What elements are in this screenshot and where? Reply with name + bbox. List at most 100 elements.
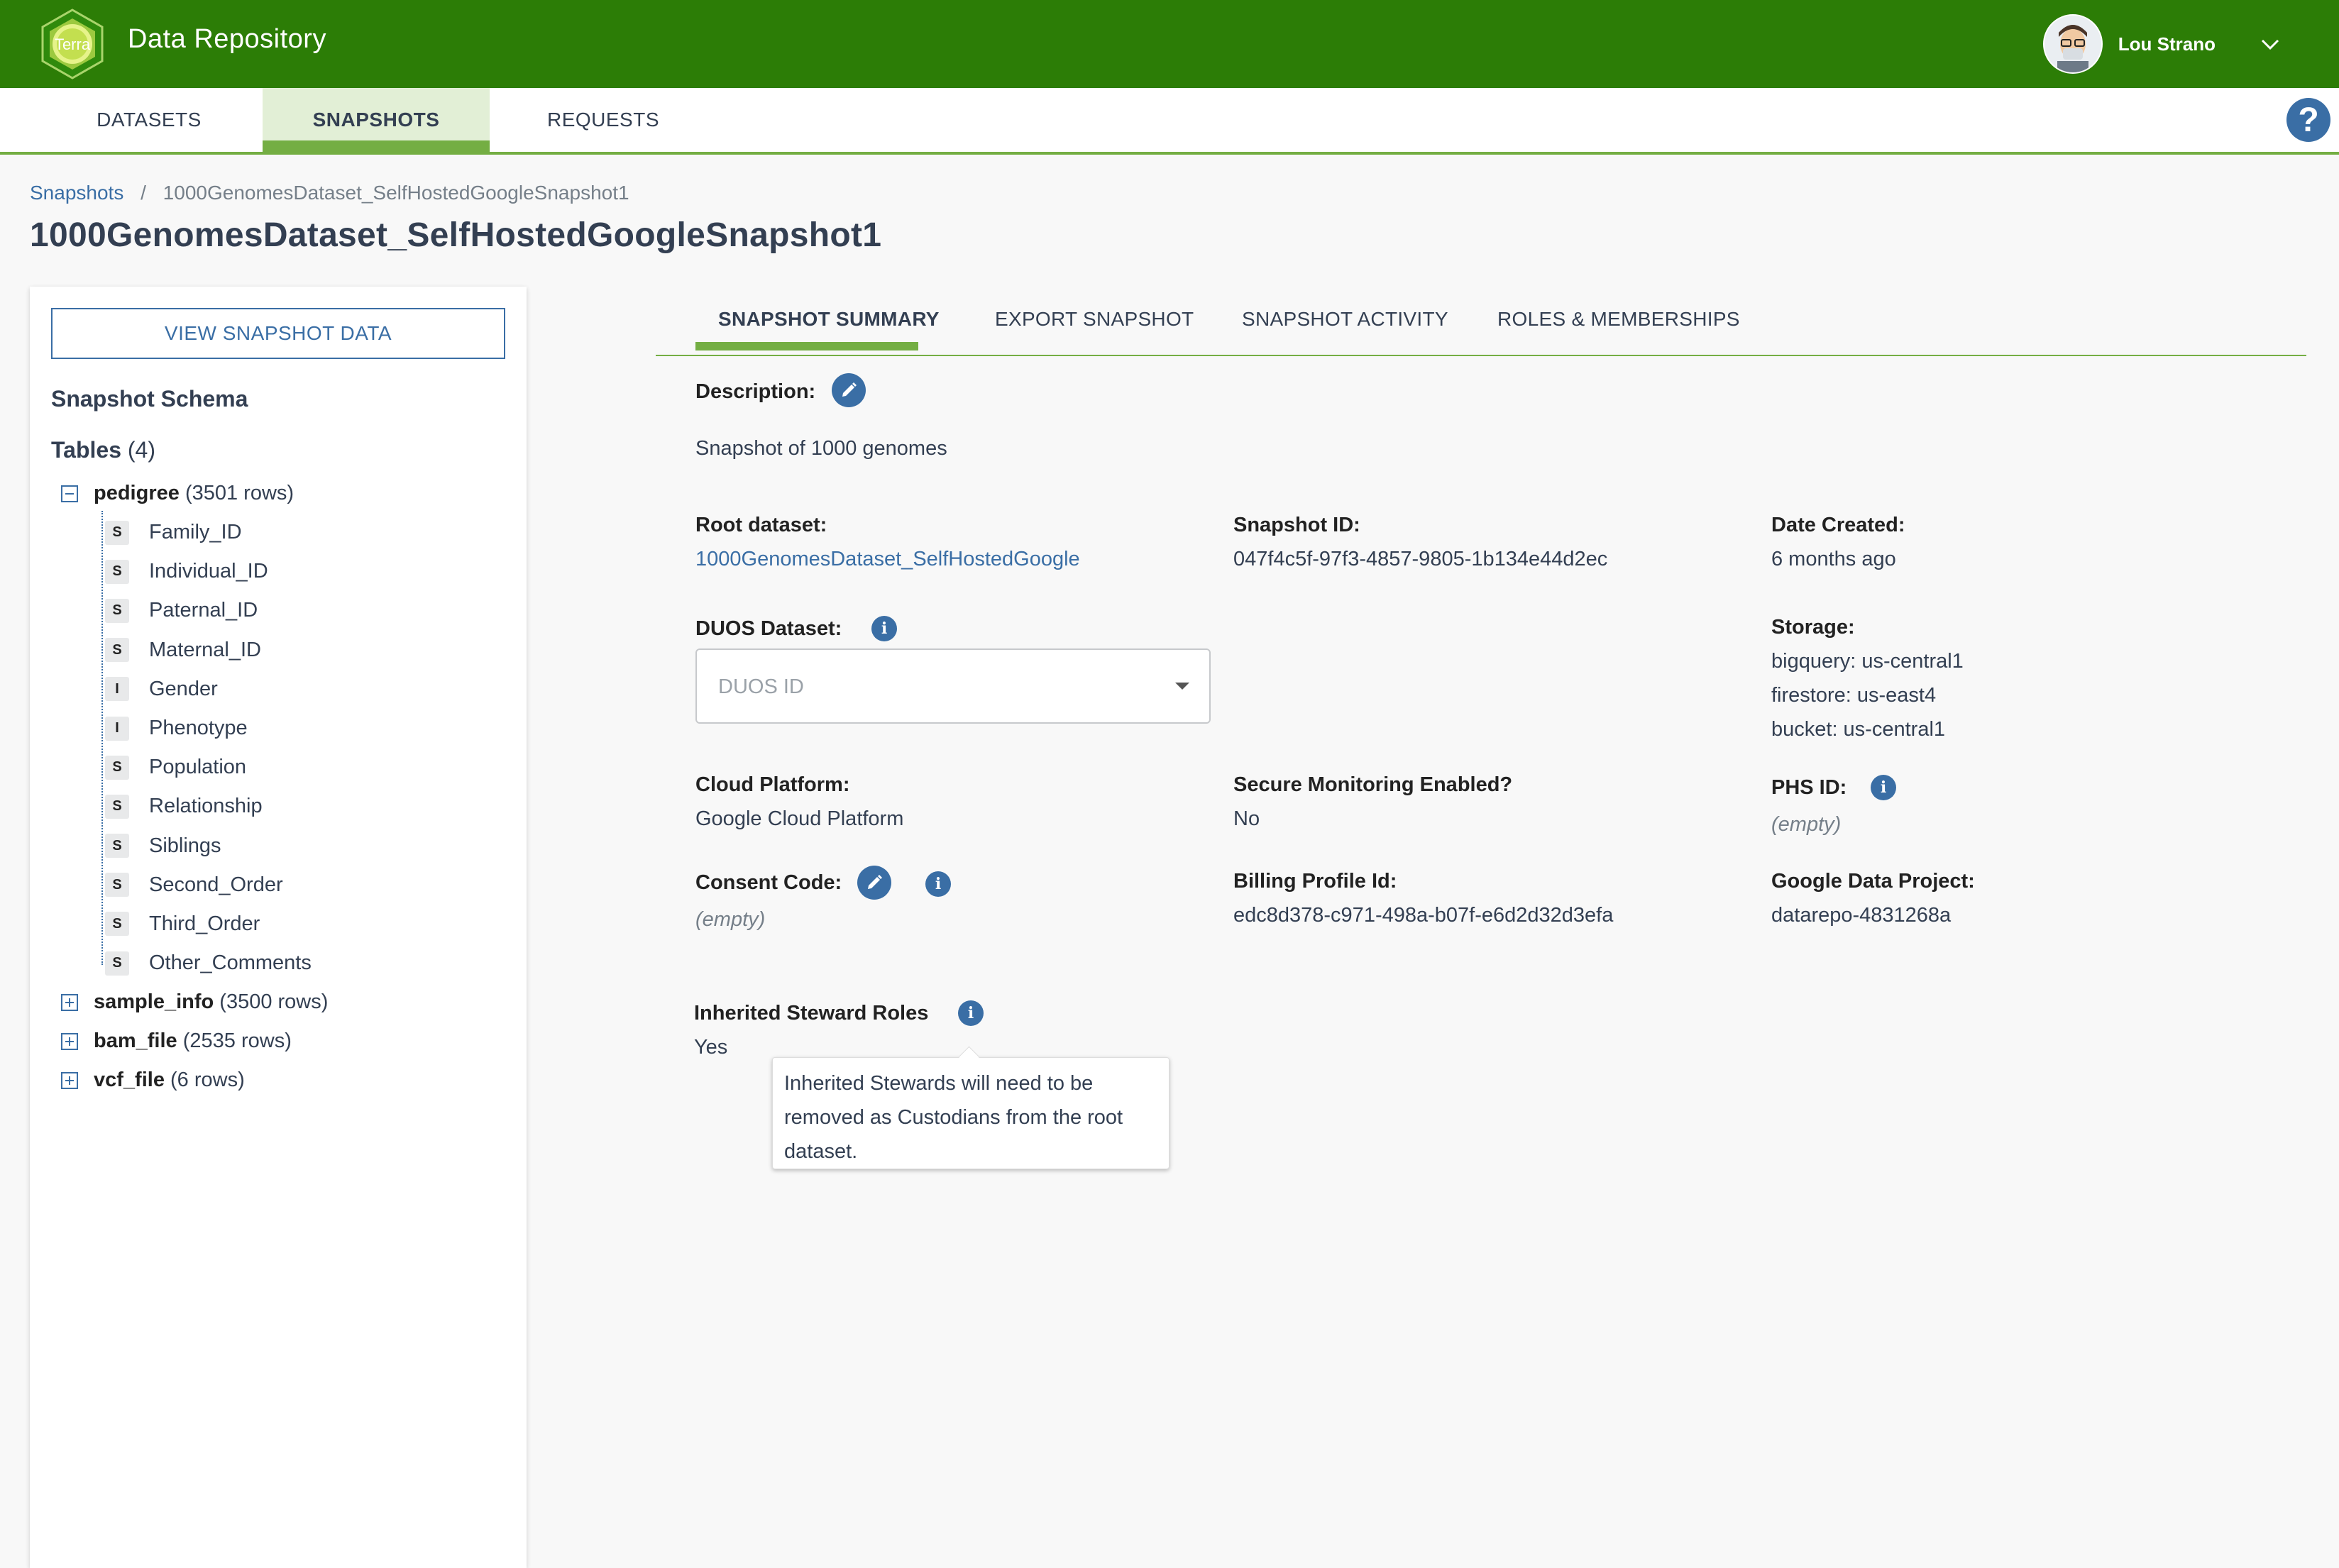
google-data-project-value: datarepo-4831268a — [1771, 904, 1952, 927]
snapshot-id-label: Snapshot ID: — [1233, 514, 1360, 536]
google-data-project-label: Google Data Project: — [1771, 870, 1975, 893]
table-name: bam_file — [94, 1029, 177, 1053]
help-icon[interactable]: ? — [2286, 98, 2330, 142]
expand-icon[interactable] — [61, 1032, 78, 1050]
column-name: Population — [149, 756, 247, 779]
column-row[interactable]: S Siblings — [61, 827, 515, 866]
snapshot-schema-panel: VIEW SNAPSHOT DATA Snapshot Schema Table… — [30, 287, 527, 1568]
expand-icon[interactable] — [61, 993, 78, 1011]
user-menu[interactable]: Lou Strano — [2042, 13, 2282, 75]
column-row[interactable]: S Individual_ID — [61, 552, 515, 591]
column-name: Siblings — [149, 834, 221, 857]
breadcrumb-snapshots-link[interactable]: Snapshots — [30, 182, 123, 204]
billing-profile-label: Billing Profile Id: — [1233, 870, 1397, 893]
root-dataset-link[interactable]: 1000GenomesDataset_SelfHostedGoogle — [695, 548, 1080, 571]
dropdown-caret-icon — [1175, 683, 1189, 690]
tab-snapshot-activity[interactable]: SNAPSHOT ACTIVITY — [1242, 308, 1448, 331]
avatar[interactable] — [2042, 14, 2103, 74]
string-type-badge: S — [105, 794, 129, 819]
inherited-steward-roles-label: Inherited Steward Roles — [694, 1002, 929, 1025]
inherited-info-icon[interactable]: i — [958, 1000, 984, 1026]
breadcrumb: Snapshots / 1000GenomesDataset_SelfHoste… — [30, 182, 629, 204]
column-row[interactable]: S Relationship — [61, 787, 515, 826]
nav-tab-snapshots[interactable]: SNAPSHOTS — [263, 88, 490, 152]
string-type-badge: S — [105, 834, 129, 858]
column-row[interactable]: S Paternal_ID — [61, 591, 515, 630]
phs-info-icon[interactable]: i — [1871, 775, 1896, 800]
table-row-bam-file[interactable]: bam_file (2535 rows) — [61, 1022, 515, 1061]
nav-tab-datasets[interactable]: DATASETS — [71, 88, 227, 152]
active-tab-indicator — [695, 342, 918, 350]
column-row[interactable]: S Family_ID — [61, 513, 515, 552]
edit-consent-icon[interactable] — [857, 866, 891, 900]
column-row[interactable]: S Population — [61, 748, 515, 787]
snapshot-tabs: SNAPSHOT SUMMARY EXPORT SNAPSHOT SNAPSHO… — [656, 287, 2306, 356]
description-value: Snapshot of 1000 genomes — [695, 437, 947, 460]
duos-info-icon[interactable]: i — [871, 616, 897, 641]
table-name: pedigree — [94, 482, 180, 504]
schema-tree: pedigree (3501 rows) S Family_ID S Individ… — [61, 474, 515, 1100]
column-name: Maternal_ID — [149, 638, 261, 661]
duos-id-select[interactable]: DUOS ID — [695, 648, 1211, 724]
integer-type-badge: I — [105, 677, 129, 702]
secure-monitoring-value: No — [1233, 807, 1260, 830]
collapse-icon[interactable] — [61, 485, 78, 502]
table-row-count: (2535 rows) — [182, 1029, 292, 1053]
consent-info-icon[interactable]: i — [925, 871, 951, 897]
schema-title: Snapshot Schema — [51, 386, 248, 412]
column-name: Third_Order — [149, 912, 260, 935]
string-type-badge: S — [105, 755, 129, 780]
root-dataset-label: Root dataset: — [695, 514, 827, 536]
column-name: Second_Order — [149, 873, 283, 896]
duos-id-placeholder: DUOS ID — [718, 675, 804, 698]
string-type-badge: S — [105, 912, 129, 937]
tab-snapshot-summary[interactable]: SNAPSHOT SUMMARY — [718, 308, 940, 331]
user-name[interactable]: Lou Strano — [2118, 33, 2216, 55]
column-name: Phenotype — [149, 717, 248, 740]
view-snapshot-data-button[interactable]: VIEW SNAPSHOT DATA — [51, 308, 505, 359]
breadcrumb-separator: / — [141, 182, 146, 204]
app-title: Data Repository — [128, 24, 326, 54]
inherited-steward-roles-value: Yes — [694, 1036, 728, 1059]
table-row-vcf-file[interactable]: vcf_file (6 rows) — [61, 1061, 515, 1100]
cloud-platform-value: Google Cloud Platform — [695, 807, 904, 830]
table-row-count: (3500 rows) — [219, 990, 329, 1014]
phs-id-label: PHS ID: — [1771, 776, 1847, 799]
storage-firestore: firestore: us-east4 — [1771, 684, 1937, 707]
terra-logo[interactable]: Terra — [35, 7, 109, 81]
duos-dataset-label: DUOS Dataset: — [695, 617, 842, 640]
column-row[interactable]: S Other_Comments — [61, 944, 515, 983]
table-row-sample-info[interactable]: sample_info (3500 rows) — [61, 983, 515, 1022]
chevron-down-icon[interactable] — [2258, 32, 2282, 56]
column-row[interactable]: S Third_Order — [61, 905, 515, 944]
table-name: sample_info — [94, 990, 214, 1014]
column-name: Gender — [149, 677, 218, 700]
column-row[interactable]: I Phenotype — [61, 709, 515, 748]
billing-profile-value: edc8d378-c971-498a-b07f-e6d2d32d3efa — [1233, 904, 1614, 927]
column-name: Relationship — [149, 795, 263, 818]
string-type-badge: S — [105, 638, 129, 663]
page-title: 1000GenomesDataset_SelfHostedGoogleSnaps… — [30, 216, 882, 254]
consent-code-label: Consent Code: — [695, 871, 842, 894]
table-name: vcf_file — [94, 1069, 165, 1092]
integer-type-badge: I — [105, 716, 129, 741]
tables-heading: Tables (4) — [51, 437, 155, 463]
column-row[interactable]: S Second_Order — [61, 866, 515, 905]
app-header: Terra Data Repository Lou Strano — [0, 0, 2339, 88]
breadcrumb-current: 1000GenomesDataset_SelfHostedGoogleSnaps… — [163, 182, 629, 204]
nav-tab-requests[interactable]: REQUESTS — [525, 88, 681, 152]
date-created-label: Date Created: — [1771, 514, 1905, 536]
tab-export-snapshot[interactable]: EXPORT SNAPSHOT — [995, 308, 1194, 331]
column-row[interactable]: I Gender — [61, 670, 515, 709]
table-row-count: (6 rows) — [170, 1069, 245, 1092]
expand-icon[interactable] — [61, 1071, 78, 1089]
string-type-badge: S — [105, 598, 129, 623]
string-type-badge: S — [105, 559, 129, 584]
table-row-pedigree[interactable]: pedigree (3501 rows) — [61, 474, 515, 513]
tables-label: Tables — [51, 437, 121, 463]
table-row-count: (3501 rows) — [185, 482, 295, 504]
string-type-badge: S — [105, 520, 129, 545]
tab-roles-memberships[interactable]: ROLES & MEMBERSHIPS — [1497, 308, 1740, 331]
edit-description-icon[interactable] — [832, 373, 866, 407]
column-row[interactable]: S Maternal_ID — [61, 631, 515, 670]
